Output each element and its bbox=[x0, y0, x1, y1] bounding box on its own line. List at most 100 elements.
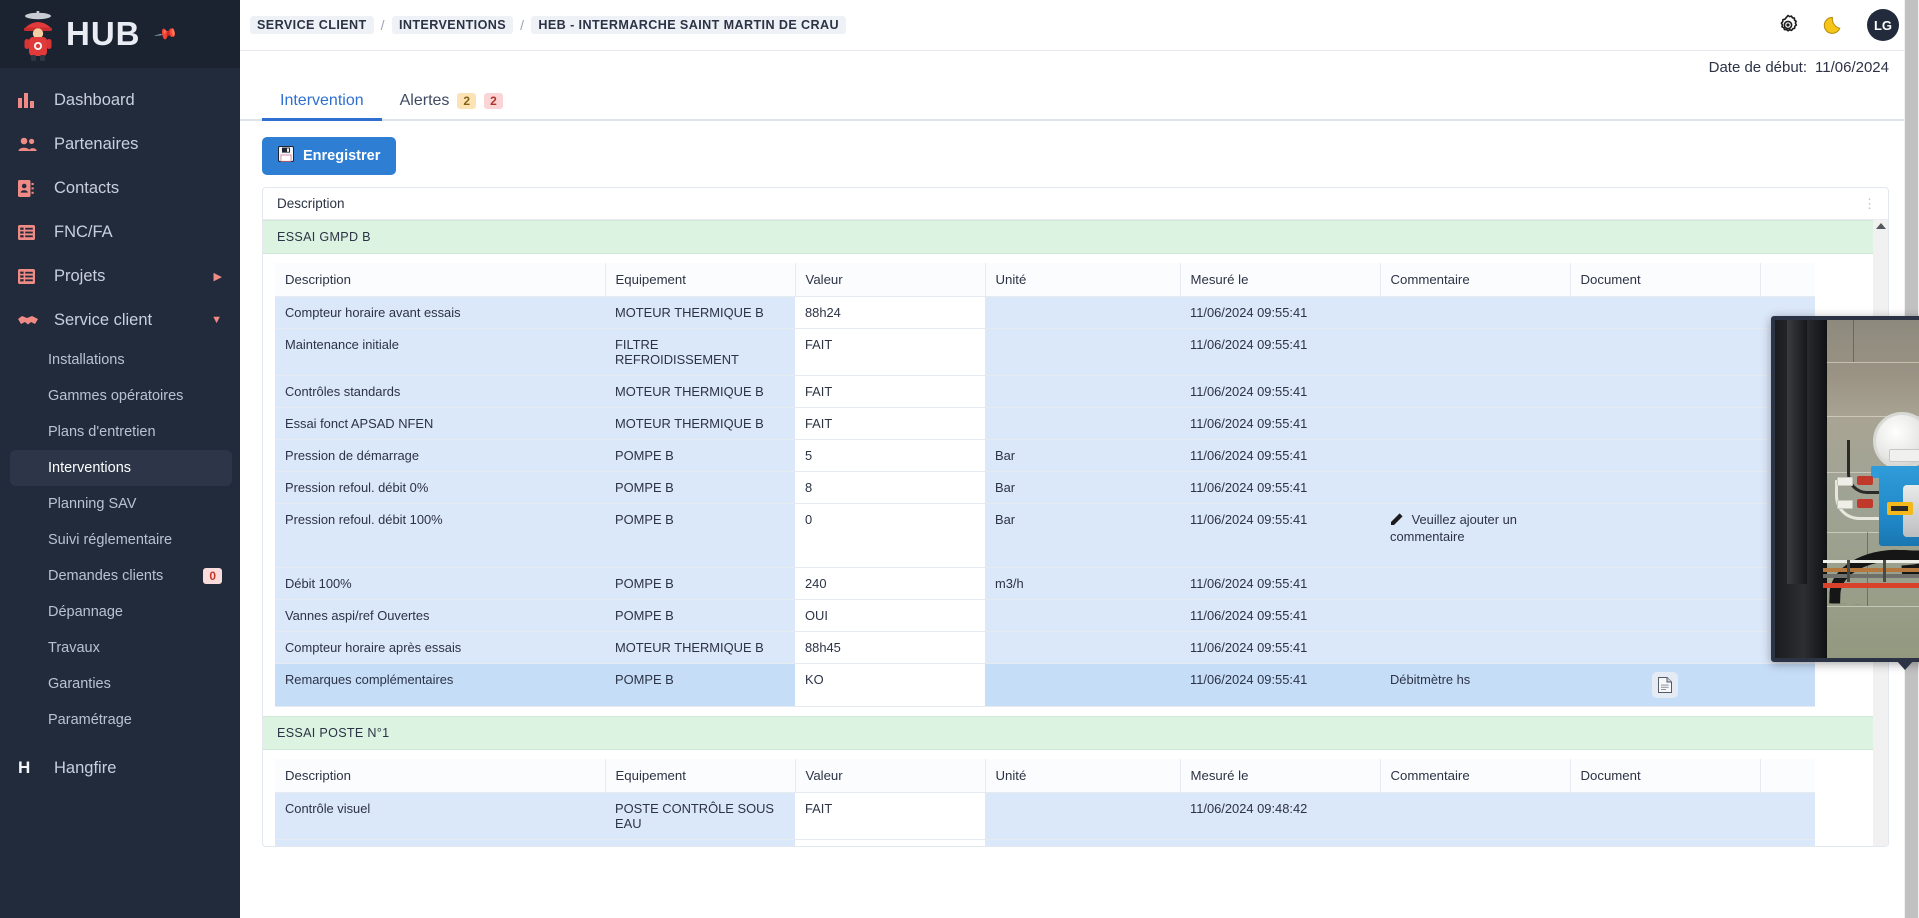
table-row[interactable]: Contrôles standards MOTEUR THERMIQUE B F… bbox=[275, 376, 1815, 408]
pin-icon[interactable]: 📌 bbox=[153, 21, 179, 46]
table-row[interactable]: Pression refoul. débit 0% POMPE B 8 Bar … bbox=[275, 472, 1815, 504]
cell-commentaire[interactable] bbox=[1380, 600, 1570, 632]
cell-document[interactable] bbox=[1570, 600, 1760, 632]
sidebar-item-projets[interactable]: Projets ▶ bbox=[0, 254, 240, 298]
cell-document[interactable] bbox=[1570, 376, 1760, 408]
column-header-description[interactable]: Description bbox=[275, 263, 605, 297]
cell-document[interactable] bbox=[1570, 472, 1760, 504]
cell-commentaire[interactable]: Veuillez ajouter un commentaire bbox=[1380, 504, 1570, 568]
cell-valeur[interactable]: FAIT bbox=[795, 408, 985, 440]
sidebar-item-planning-sav[interactable]: Planning SAV bbox=[0, 486, 240, 522]
cell-commentaire[interactable] bbox=[1380, 632, 1570, 664]
cell-commentaire[interactable] bbox=[1380, 408, 1570, 440]
cell-commentaire[interactable] bbox=[1380, 297, 1570, 329]
column-header-unite[interactable]: Unité bbox=[985, 759, 1180, 793]
sidebar-item-fnc-fa[interactable]: FNC/FA bbox=[0, 210, 240, 254]
column-header-commentaire[interactable]: Commentaire bbox=[1380, 759, 1570, 793]
column-header-mesure-le[interactable]: Mesuré le bbox=[1180, 759, 1380, 793]
cell-valeur[interactable]: FAIT bbox=[795, 840, 985, 847]
edit-comment-icon[interactable] bbox=[1390, 512, 1404, 529]
column-header-equipement[interactable]: Equipement bbox=[605, 759, 795, 793]
sidebar-item-interventions[interactable]: Interventions bbox=[10, 450, 232, 486]
breadcrumb-item-service-client[interactable]: SERVICE CLIENT bbox=[250, 16, 374, 34]
tab-alertes[interactable]: Alertes 2 2 bbox=[382, 92, 521, 119]
cell-valeur[interactable]: KO bbox=[795, 664, 985, 707]
cell-commentaire[interactable] bbox=[1380, 440, 1570, 472]
column-header-document[interactable]: Document bbox=[1570, 759, 1760, 793]
sidebar-item-service-client[interactable]: Service client ▼ bbox=[0, 298, 240, 342]
table-row[interactable]: Débit 100% POMPE B 240 m3/h 11/06/2024 0… bbox=[275, 568, 1815, 600]
cell-document[interactable] bbox=[1570, 504, 1760, 568]
sidebar-item-parametrage[interactable]: Paramétrage bbox=[0, 702, 240, 738]
cell-document[interactable] bbox=[1570, 568, 1760, 600]
cell-valeur[interactable]: FAIT bbox=[795, 376, 985, 408]
moon-icon[interactable] bbox=[1821, 12, 1847, 38]
chevron-right-icon[interactable]: ▶ bbox=[214, 270, 222, 283]
table-row[interactable]: Vannes aspi/ref Ouvertes POMPE B OUI 11/… bbox=[275, 600, 1815, 632]
table-row[interactable]: Maintenance initiale FILTRE REFROIDISSEM… bbox=[275, 329, 1815, 376]
sidebar-item-plans-entretien[interactable]: Plans d'entretien bbox=[0, 414, 240, 450]
cell-document[interactable] bbox=[1570, 329, 1760, 376]
cell-commentaire[interactable] bbox=[1380, 472, 1570, 504]
table-row[interactable]: Pression de démarrage POMPE B 5 Bar 11/0… bbox=[275, 440, 1815, 472]
resize-grip-icon[interactable]: ⋮ bbox=[1863, 196, 1876, 212]
cell-valeur[interactable]: FAIT bbox=[795, 793, 985, 840]
table-row[interactable]: Essai fonct APSAD NFEN MOTEUR THERMIQUE … bbox=[275, 408, 1815, 440]
cell-commentaire[interactable] bbox=[1380, 568, 1570, 600]
sidebar-item-demandes-clients[interactable]: Demandes clients 0 bbox=[0, 558, 240, 594]
gear-icon[interactable] bbox=[1775, 12, 1801, 38]
column-header-description[interactable]: Description bbox=[275, 759, 605, 793]
table-row[interactable]: Compteur horaire après essais MOTEUR THE… bbox=[275, 632, 1815, 664]
breadcrumb-item-current[interactable]: HEB - INTERMARCHE SAINT MARTIN DE CRAU bbox=[531, 16, 846, 34]
table-row[interactable]: Compteur horaire avant essais MOTEUR THE… bbox=[275, 297, 1815, 329]
cell-valeur[interactable]: OUI bbox=[795, 600, 985, 632]
sidebar-item-gammes-operatoires[interactable]: Gammes opératoires bbox=[0, 378, 240, 414]
sidebar-item-depannage[interactable]: Dépannage bbox=[0, 594, 240, 630]
table-row[interactable]: Contrôle visuel POSTE CONTRÔLE SOUS EAU … bbox=[275, 793, 1815, 840]
sidebar-item-hangfire[interactable]: H Hangfire bbox=[0, 746, 240, 790]
cell-document[interactable] bbox=[1570, 840, 1760, 847]
cell-valeur[interactable]: 88h24 bbox=[795, 297, 985, 329]
column-header-commentaire[interactable]: Commentaire bbox=[1380, 263, 1570, 297]
sidebar-item-partenaires[interactable]: Partenaires bbox=[0, 122, 240, 166]
breadcrumb-item-interventions[interactable]: INTERVENTIONS bbox=[392, 16, 513, 34]
cell-commentaire[interactable] bbox=[1380, 376, 1570, 408]
brand-header[interactable]: HUB 📌 bbox=[0, 0, 240, 68]
cell-commentaire[interactable] bbox=[1380, 329, 1570, 376]
chevron-down-icon[interactable]: ▼ bbox=[211, 314, 222, 326]
cell-valeur[interactable]: 0 bbox=[795, 504, 985, 568]
cell-valeur[interactable]: 88h45 bbox=[795, 632, 985, 664]
column-header-valeur[interactable]: Valeur bbox=[795, 263, 985, 297]
cell-commentaire[interactable] bbox=[1380, 793, 1570, 840]
table-row[interactable]: Contrôle de bon fonctionnement POSTE CON… bbox=[275, 840, 1815, 847]
cell-document[interactable] bbox=[1570, 632, 1760, 664]
cell-valeur[interactable]: 8 bbox=[795, 472, 985, 504]
sidebar-item-travaux[interactable]: Travaux bbox=[0, 630, 240, 666]
avatar[interactable]: LG bbox=[1867, 9, 1899, 41]
cell-valeur[interactable]: 5 bbox=[795, 440, 985, 472]
table-row[interactable]: Pression refoul. débit 100% POMPE B 0 Ba… bbox=[275, 504, 1815, 568]
cell-valeur[interactable]: 240 bbox=[795, 568, 985, 600]
sidebar-item-suivi-reglementaire[interactable]: Suivi réglementaire bbox=[0, 522, 240, 558]
column-header-equipement[interactable]: Equipement bbox=[605, 263, 795, 297]
column-header-unite[interactable]: Unité bbox=[985, 263, 1180, 297]
document-preview-popup[interactable]: AVE 4 OBRA bbox=[1771, 316, 1919, 662]
cell-document[interactable] bbox=[1570, 408, 1760, 440]
tab-intervention[interactable]: Intervention bbox=[262, 92, 382, 119]
cell-document[interactable] bbox=[1570, 664, 1760, 707]
column-header-mesure-le[interactable]: Mesuré le bbox=[1180, 263, 1380, 297]
save-button[interactable]: Enregistrer bbox=[262, 137, 396, 175]
sidebar-item-installations[interactable]: Installations bbox=[0, 342, 240, 378]
table-row[interactable]: Remarques complémentaires POMPE B KO 11/… bbox=[275, 664, 1815, 707]
cell-document[interactable] bbox=[1570, 440, 1760, 472]
sidebar-item-contacts[interactable]: Contacts bbox=[0, 166, 240, 210]
document-icon[interactable] bbox=[1652, 672, 1678, 698]
cell-commentaire[interactable] bbox=[1380, 840, 1570, 847]
column-header-valeur[interactable]: Valeur bbox=[795, 759, 985, 793]
sidebar-item-dashboard[interactable]: Dashboard bbox=[0, 78, 240, 122]
scroll-up-arrow-icon[interactable] bbox=[1876, 223, 1886, 229]
sidebar-item-garanties[interactable]: Garanties bbox=[0, 666, 240, 702]
cell-commentaire[interactable]: Débitmètre hs bbox=[1380, 664, 1570, 707]
cell-document[interactable] bbox=[1570, 793, 1760, 840]
column-header-document[interactable]: Document bbox=[1570, 263, 1760, 297]
